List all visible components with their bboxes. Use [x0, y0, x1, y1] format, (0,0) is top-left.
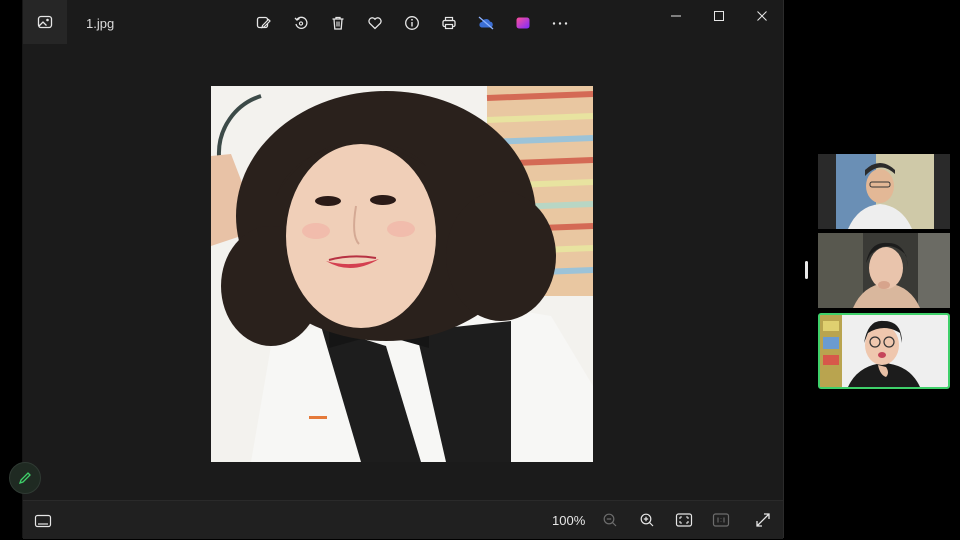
minimize-icon — [670, 10, 682, 22]
zoom-out-icon — [602, 512, 618, 528]
info-icon — [404, 15, 420, 31]
clipchamp-button[interactable] — [504, 12, 541, 34]
fit-window-icon — [675, 512, 693, 528]
minimize-button[interactable] — [654, 0, 697, 32]
maximize-button[interactable] — [697, 0, 740, 32]
displayed-photo — [211, 86, 593, 462]
zoom-in-button[interactable] — [635, 509, 659, 531]
onedrive-button[interactable] — [467, 12, 504, 34]
actual-size-icon — [712, 512, 730, 528]
participant-tile-1[interactable] — [818, 154, 950, 229]
clipchamp-icon — [515, 15, 531, 31]
pen-icon — [18, 471, 32, 485]
photos-viewer-window: 1.jpg 100% — [9, 0, 784, 539]
window-controls — [654, 0, 783, 32]
rotate-button[interactable] — [282, 12, 319, 34]
zoom-in-icon — [639, 512, 655, 528]
favorite-button[interactable] — [356, 12, 393, 34]
tiles-drag-handle[interactable] — [805, 261, 808, 279]
heart-icon — [367, 15, 383, 31]
trash-icon — [330, 15, 346, 31]
toolbar — [245, 12, 578, 34]
print-button[interactable] — [430, 12, 467, 34]
file-name: 1.jpg — [86, 16, 115, 31]
edit-image-icon — [256, 15, 272, 31]
file-info-button[interactable] — [393, 12, 430, 34]
participant-tile-3-active-speaker[interactable] — [818, 313, 950, 389]
image-canvas[interactable] — [23, 46, 783, 500]
maximize-icon — [713, 10, 725, 22]
participant-tile-2[interactable] — [818, 233, 950, 308]
bottom-bar: 100% — [23, 500, 783, 539]
edit-pen-button[interactable] — [9, 462, 41, 494]
gallery-icon — [37, 14, 53, 30]
title-bar: 1.jpg — [23, 0, 783, 46]
edit-image-button[interactable] — [245, 12, 282, 34]
zoom-level: 100% — [552, 513, 586, 528]
filmstrip-button[interactable] — [31, 510, 55, 532]
close-button[interactable] — [740, 0, 783, 32]
gallery-button[interactable] — [23, 0, 67, 44]
close-icon — [756, 10, 768, 22]
delete-button[interactable] — [319, 12, 356, 34]
zoom-out-button[interactable] — [598, 509, 622, 531]
cloud-off-icon — [477, 15, 495, 31]
full-screen-button[interactable] — [751, 509, 775, 531]
more-button[interactable] — [541, 12, 578, 34]
filmstrip-icon — [34, 514, 52, 528]
actual-size-button[interactable] — [709, 509, 733, 531]
rotate-icon — [293, 15, 309, 31]
expand-icon — [755, 512, 771, 528]
fit-to-window-button[interactable] — [672, 509, 696, 531]
more-icon — [551, 15, 569, 31]
printer-icon — [441, 15, 457, 31]
